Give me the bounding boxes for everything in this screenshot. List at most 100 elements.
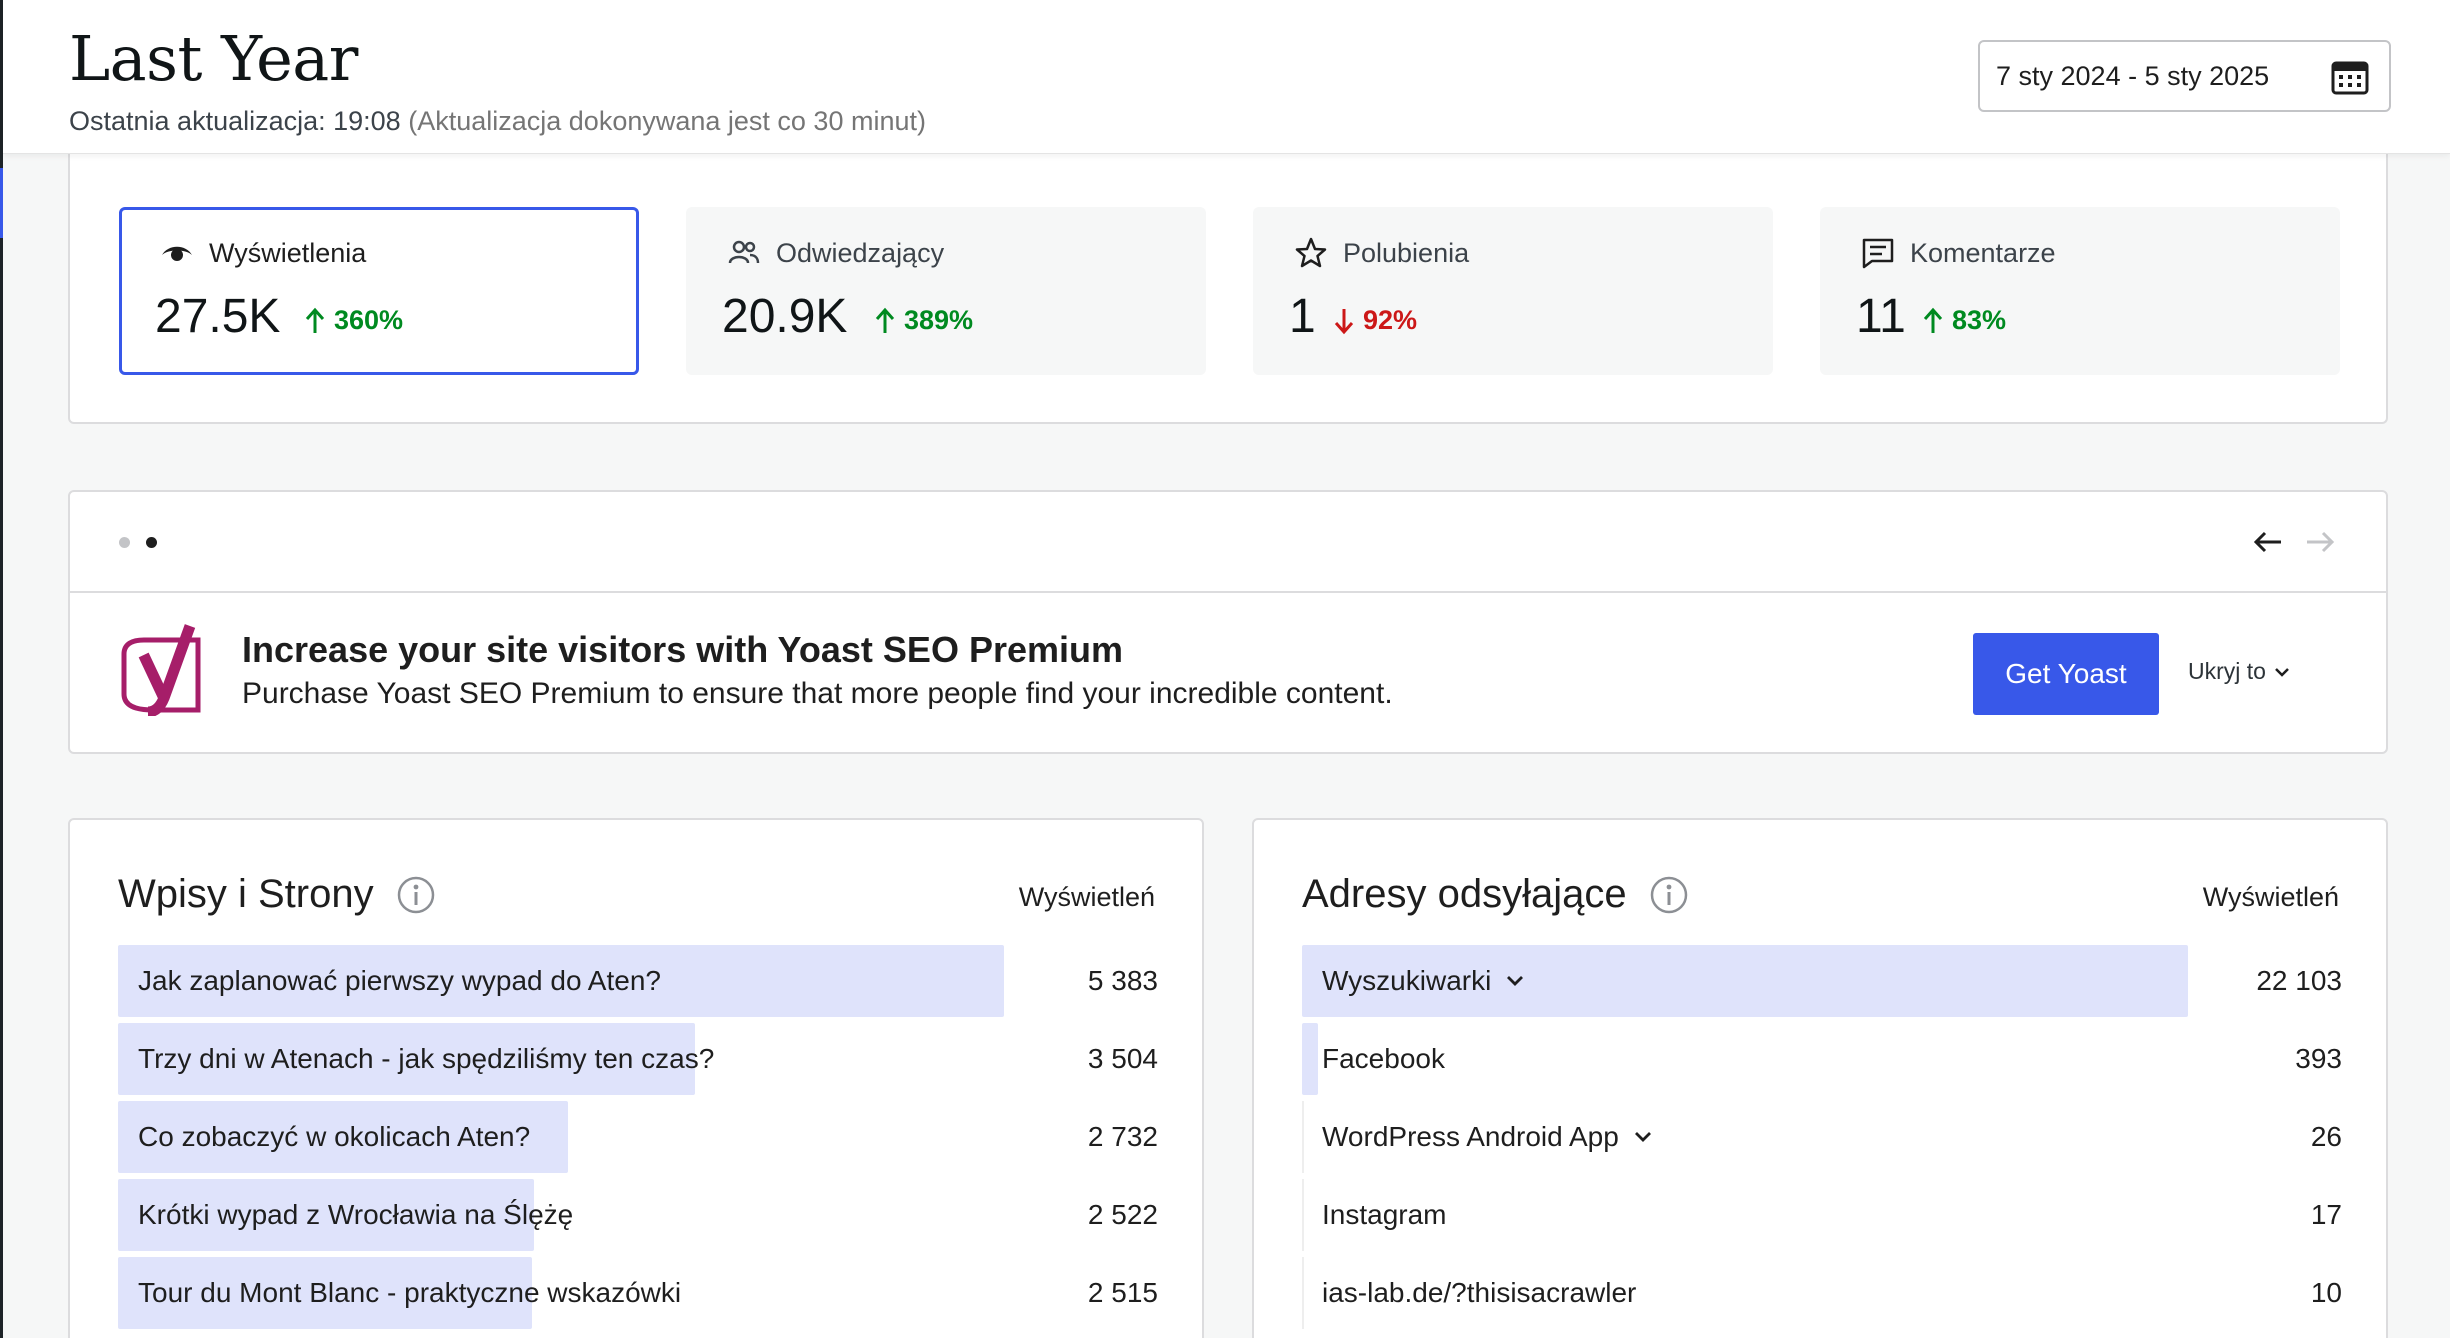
row-value: 2 522 (1087, 1199, 1158, 1230)
row-label[interactable]: WordPress Android App (1322, 1121, 1655, 1153)
panel-title: Wpisy i Strony (118, 872, 436, 917)
hide-promo-label: Ukryj to (2188, 658, 2266, 684)
stat-label: Komentarze (1910, 237, 2056, 268)
table-row[interactable]: Krótki wypad z Wrocławia na Ślężę 2 522 (118, 1179, 1158, 1251)
chevron-down-icon[interactable] (1631, 1129, 1655, 1145)
row-label[interactable]: Wyszukiwarki (1322, 965, 1527, 997)
row-label-text: Trzy dni w Atenach - jak spędziliśmy ten… (138, 1043, 715, 1074)
row-label-text: Tour du Mont Blanc - praktyczne wskazówk… (138, 1277, 682, 1308)
row-label-text: Krótki wypad z Wrocławia na Ślężę (138, 1199, 574, 1230)
row-value: 22 103 (2256, 965, 2342, 996)
row-label[interactable]: ias-lab.de/?thisisacrawler (1322, 1277, 1636, 1309)
row-label[interactable]: Co zobaczyć w okolicach Aten? (138, 1121, 530, 1153)
panel-title: Adresy odsyłające (1302, 872, 1689, 917)
panel-title-text: Adresy odsyłające (1302, 872, 1627, 916)
table-row[interactable]: Tour du Mont Blanc - praktyczne wskazówk… (118, 1257, 1158, 1329)
stat-value: 20.9K (722, 290, 848, 343)
chevron-down-icon[interactable] (1503, 973, 1527, 989)
hide-promo-button[interactable]: Ukryj to (2188, 658, 2292, 685)
arrow-up-icon (305, 307, 325, 333)
row-label[interactable]: Trzy dni w Atenach - jak spędziliśmy ten… (138, 1043, 714, 1075)
row-track-line (1302, 1101, 1304, 1173)
row-label-text: Wyszukiwarki (1322, 965, 1492, 996)
arrow-up-icon (875, 307, 895, 333)
page-title: Last Year (69, 22, 358, 95)
row-value: 26 (2310, 1121, 2342, 1152)
pagination-dot-1[interactable] (119, 537, 130, 548)
row-value: 17 (2310, 1199, 2342, 1230)
comment-icon (1862, 238, 1894, 269)
date-range-label: 7 sty 2024 - 5 sty 2025 (1996, 60, 2270, 91)
chevron-down-icon (2275, 667, 2289, 677)
next-button[interactable] (2300, 522, 2340, 562)
row-label[interactable]: Facebook (1322, 1043, 1445, 1075)
stat-label: Polubienia (1343, 237, 1470, 268)
row-label-text: Instagram (1322, 1199, 1447, 1230)
row-label-text: Co zobaczyć w okolicach Aten? (138, 1121, 531, 1152)
stat-delta-value: 92% (1363, 305, 1418, 335)
table-row[interactable]: Co zobaczyć w okolicach Aten? 2 732 (118, 1101, 1158, 1173)
stat-value: 27.5K (155, 290, 281, 343)
calendar-icon (2331, 61, 2369, 95)
row-label[interactable]: Tour du Mont Blanc - praktyczne wskazówk… (138, 1277, 681, 1309)
row-value: 3 504 (1087, 1043, 1158, 1074)
arrow-down-icon (1334, 308, 1354, 334)
row-share-bar (1302, 1023, 1318, 1095)
table-row[interactable]: Facebook 393 (1302, 1023, 2342, 1095)
info-icon[interactable] (396, 875, 436, 915)
stat-header: Odwiedzający (726, 235, 944, 271)
last-update-info: Ostatnia aktualizacja: 19:08 (Aktualizac… (69, 106, 926, 137)
row-value: 393 (2295, 1043, 2342, 1074)
stat-delta-value: 360% (334, 305, 404, 335)
row-track-line (1302, 1257, 1304, 1329)
people-icon (728, 240, 760, 264)
stat-header: Wyświetlenia (159, 235, 366, 271)
stat-delta: 92% (1331, 305, 1417, 336)
date-range-picker[interactable]: 7 sty 2024 - 5 sty 2025 (1978, 40, 2391, 112)
stat-delta: 360% (302, 305, 403, 336)
info-icon[interactable] (1649, 875, 1689, 915)
eye-icon (162, 246, 192, 261)
row-value: 5 383 (1087, 965, 1158, 996)
arrow-right-icon (2307, 531, 2335, 553)
posts-pages-panel: Wpisy i Strony Wyświetleń Jak zaplanować… (68, 818, 1204, 1338)
stat-value: 11 (1856, 290, 1906, 343)
table-row[interactable]: Jak zaplanować pierwszy wypad do Aten? 5 … (118, 945, 1158, 1017)
row-label[interactable]: Jak zaplanować pierwszy wypad do Aten? (138, 965, 661, 997)
stat-label: Wyświetlenia (209, 237, 367, 268)
last-update-note: (Aktualizacja dokonywana jest co 30 minu… (408, 106, 926, 136)
page-header: Last Year Ostatnia aktualizacja: 19:08 (… (3, 0, 2450, 154)
row-label[interactable]: Krótki wypad z Wrocławia na Ślężę (138, 1199, 573, 1231)
promo-pagination (70, 492, 2386, 593)
table-row[interactable]: Trzy dni w Atenach - jak spędziliśmy ten… (118, 1023, 1158, 1095)
row-label-text: ias-lab.de/?thisisacrawler (1322, 1277, 1637, 1308)
panel-title-text: Wpisy i Strony (118, 872, 374, 916)
stat-tile-likes[interactable]: Polubienia 1 92% (1253, 207, 1773, 375)
stat-value: 1 (1289, 290, 1316, 343)
column-header: Wyświetleń (1018, 882, 1155, 912)
stat-tile-views[interactable]: Wyświetlenia 27.5K 360% (119, 207, 639, 375)
arrow-up-icon (1923, 307, 1943, 333)
row-label[interactable]: Instagram (1322, 1199, 1447, 1231)
yoast-promo-card: Increase your site visitors with Yoast S… (68, 490, 2388, 754)
get-yoast-button[interactable]: Get Yoast (1973, 633, 2159, 715)
table-row[interactable]: Instagram 17 (1302, 1179, 2342, 1251)
row-track-line (1302, 1179, 1304, 1251)
stat-delta: 83% (1920, 305, 2006, 336)
stat-delta-value: 83% (1952, 305, 2007, 335)
row-label-text: Jak zaplanować pierwszy wypad do Aten? (138, 965, 661, 996)
row-value: 10 (2310, 1277, 2342, 1308)
stat-delta: 389% (872, 305, 973, 336)
row-value: 2 515 (1087, 1277, 1158, 1308)
stat-tile-visitors[interactable]: Odwiedzający 20.9K 389% (686, 207, 1206, 375)
stat-tile-comments[interactable]: Komentarze 11 83% (1820, 207, 2340, 375)
promo-headline: Increase your site visitors with Yoast S… (242, 629, 1123, 670)
stat-header: Polubienia (1293, 235, 1469, 271)
table-row[interactable]: ias-lab.de/?thisisacrawler 10 (1302, 1257, 2342, 1329)
previous-button[interactable] (2248, 522, 2288, 562)
column-header: Wyświetleń (2202, 882, 2339, 912)
pagination-dot-2[interactable] (146, 537, 157, 548)
table-row[interactable]: Wyszukiwarki 22 103 (1302, 945, 2342, 1017)
referrers-panel: Adresy odsyłające Wyświetleń Wyszukiwark… (1252, 818, 2388, 1338)
table-row[interactable]: WordPress Android App 26 (1302, 1101, 2342, 1173)
